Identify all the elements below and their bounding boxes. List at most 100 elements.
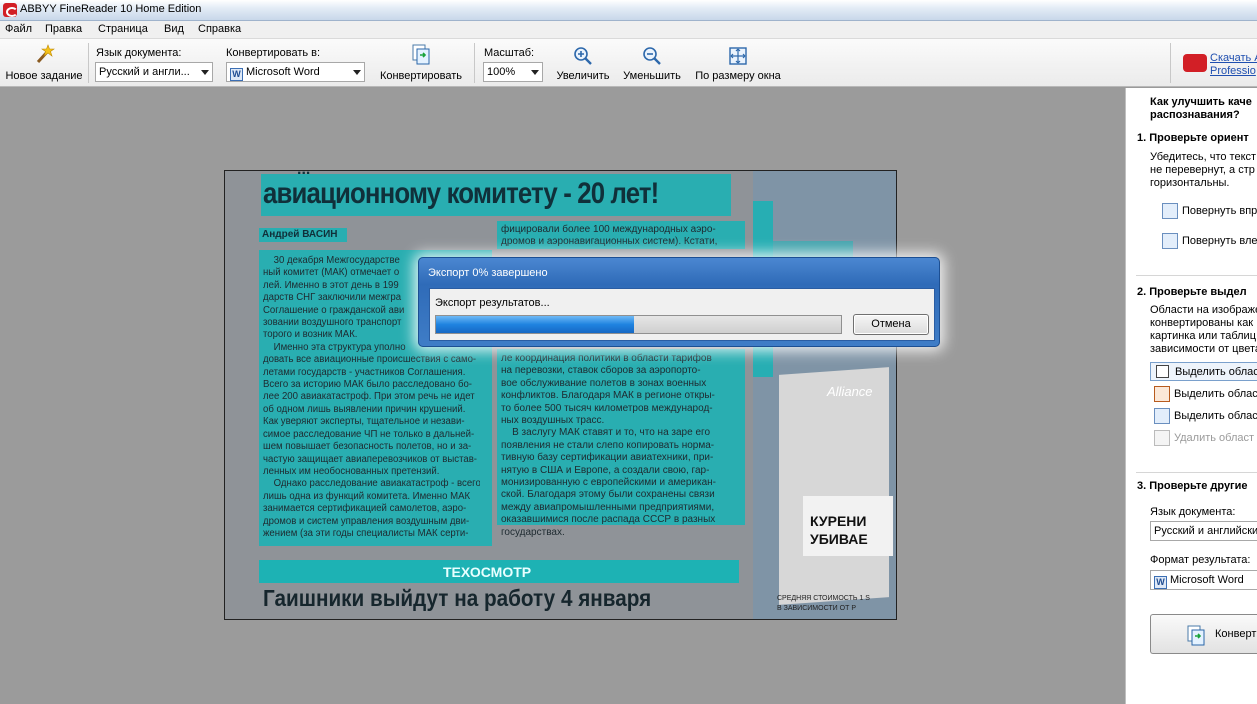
delete-areas-label: Удалить област [1174,432,1255,444]
export-progress-bar [435,315,842,334]
section-2-text-2: конвертированы как [1150,317,1254,329]
scale-label: Масштаб: [484,47,535,59]
toolbar-separator [474,43,475,83]
rotate-left-icon [1162,233,1178,249]
section-2-text-4: зависимости от цвета [1150,343,1257,355]
magic-wand-icon [36,44,55,64]
chevron-down-icon [353,70,361,75]
column-2-text: ле координация политики в области тарифо… [501,353,716,538]
promo-line-1: Скачать А [1210,52,1257,64]
zoom-in-icon [574,47,592,65]
app-window: ABBYY FineReader 10 Home Edition Файл Пр… [0,0,1257,704]
menu-file[interactable]: Файл [5,23,32,35]
toolbar-separator [88,43,89,83]
zoom-in-button[interactable]: Увеличить [552,45,614,82]
section-1-title: 1. Проверьте ориент [1137,132,1249,144]
fit-to-window-icon [729,47,747,65]
progress-fill [436,316,635,333]
rotate-right-icon [1162,203,1178,219]
ad-warning-2: УБИВАЕ [810,531,868,547]
convert-to-select[interactable]: W Microsoft Word [226,62,365,82]
ad-price-2: В ЗАВИСИМОСТИ ОТ Р [777,605,856,612]
panel-lang-value: Русский и английски [1154,525,1257,537]
table-area-icon [1154,408,1170,424]
zoom-out-label: Уменьшить [623,70,681,82]
promo-link[interactable]: Скачать А Professio [1182,51,1257,81]
ad-brand: Alliance [827,384,873,399]
menu-view[interactable]: Вид [164,23,184,35]
zoom-in-label: Увеличить [556,70,610,82]
fit-window-label: По размеру окна [695,70,781,82]
promo-line-2: Professio [1210,65,1256,77]
export-progress-dialog: Экспорт 0% завершено Экспорт результатов… [418,257,940,347]
panel-convert-button[interactable]: Конверт [1150,614,1257,654]
convert-to-value: Microsoft Word [246,66,320,78]
rotate-right-label: Повернуть впр [1182,205,1257,217]
doc-lang-select[interactable]: Русский и англи... [95,62,213,82]
zoom-out-button[interactable]: Уменьшить [619,45,685,82]
cigarette-pack-image [779,367,889,605]
doc-lang-value: Русский и англи... [99,66,190,78]
toolbar: Новое задание Язык документа: Русский и … [0,39,1257,87]
tips-panel: Как улучшить каче распознавания? 1. Пров… [1125,88,1257,704]
format-label: Формат результата: [1150,554,1251,566]
convert-document-icon [1187,625,1205,646]
title-bar: ABBYY FineReader 10 Home Edition [0,0,1257,21]
lang-label: Язык документа: [1150,506,1236,518]
panel-heading: Как улучшить каче [1150,96,1252,108]
section-3-title: 3. Проверьте другие [1137,480,1248,492]
section-1-text-1: Убедитесь, что текст [1150,151,1257,163]
convert-button[interactable]: Конвертировать [373,43,469,82]
text-area-icon [1156,365,1169,378]
section-1-text-2: не перевернут, а стр [1150,164,1255,176]
dialog-title: Экспорт 0% завершено [428,267,548,279]
convert-to-label: Конвертировать в: [226,47,321,59]
select-area-2-link[interactable]: Выделить облас [1154,386,1257,402]
select-area-3-link[interactable]: Выделить облас [1154,408,1257,424]
menu-edit[interactable]: Правка [45,23,82,35]
section-2-text-1: Области на изображе [1150,304,1257,316]
doc-lang-label: Язык документа: [96,47,182,59]
select-area-2-label: Выделить облас [1174,388,1257,400]
delete-area-icon [1154,430,1170,446]
ad-warning-1: КУРЕНИ [810,513,867,529]
abbyy-logo-icon [3,3,18,17]
convert-document-icon [412,44,430,65]
chevron-down-icon [531,70,539,75]
section-2-title: 2. Проверьте выдел [1137,286,1247,298]
word-doc-icon: W [230,68,243,81]
word-doc-icon: W [1154,576,1167,589]
menu-page[interactable]: Страница [98,23,148,35]
scale-value: 100% [487,66,516,78]
new-task-button[interactable]: Новое задание [3,43,85,82]
abbyy-promo-icon [1183,54,1207,72]
fit-window-button[interactable]: По размеру окна [690,45,786,82]
menu-help[interactable]: Справка [198,23,241,35]
convert-button-label: Конвертировать [379,70,463,82]
panel-divider [1136,275,1257,276]
image-workspace: ... авиационному комитету - 20 лет! Андр… [0,88,1125,704]
scale-select[interactable]: 100% [483,62,543,82]
scanned-page[interactable]: ... авиационному комитету - 20 лет! Андр… [224,170,897,620]
byline: Андрей ВАСИН [262,229,338,240]
panel-format-select[interactable]: W Microsoft Word [1150,570,1257,590]
ad-price: СРЕДНЯЯ СТОИМОСТЬ 1 S [777,595,870,602]
select-area-1-label: Выделить облас [1175,366,1257,378]
panel-divider [1136,472,1257,473]
picture-area-icon [1154,386,1170,402]
panel-lang-select[interactable]: Русский и английски [1150,521,1257,541]
window-title: ABBYY FineReader 10 Home Edition [20,3,202,15]
section-2-text-3: картинка или таблиц [1150,330,1256,342]
panel-heading-2: распознавания? [1150,109,1240,121]
rotate-left-link[interactable]: Повернуть вле [1162,233,1257,249]
menu-bar: Файл Правка Страница Вид Справка [0,21,1257,39]
select-area-3-label: Выделить облас [1174,410,1257,422]
select-area-1-button[interactable]: Выделить облас [1150,362,1257,381]
delete-areas-link[interactable]: Удалить област [1154,430,1255,446]
dialog-body: Экспорт результатов... Отмена [429,288,935,341]
cancel-button[interactable]: Отмена [853,314,929,335]
rotate-right-link[interactable]: Повернуть впр [1162,203,1257,219]
zoom-out-icon [643,47,661,65]
headline: авиационному комитету - 20 лет! [263,177,659,210]
toolbar-separator [1170,43,1171,83]
